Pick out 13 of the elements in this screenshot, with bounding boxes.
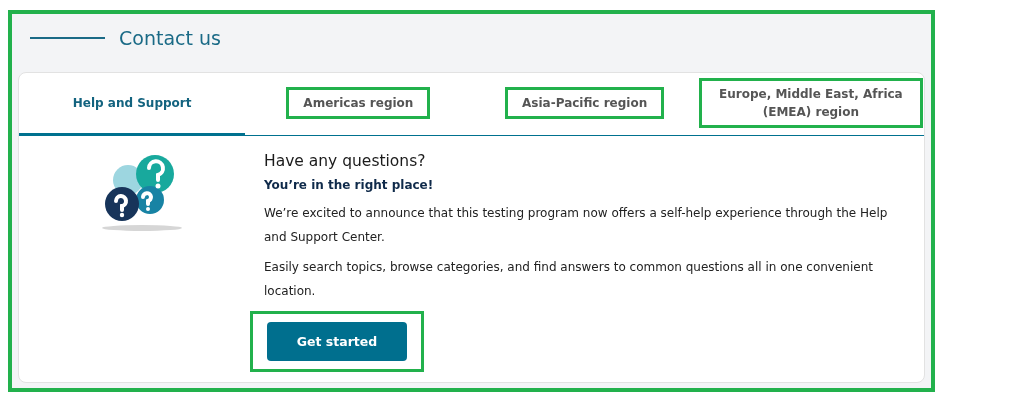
highlight-frame: Europe, Middle East, Africa (EMEA) region bbox=[698, 78, 923, 128]
section-title: Contact us bbox=[119, 27, 221, 49]
highlight-frame: Asia-Pacific region bbox=[505, 87, 665, 119]
paragraph: We’re excited to announce that this testing program now offers a self-help experience through the Help and Support Center. bbox=[264, 205, 889, 246]
paragraph: Easily search topics, browse categories, and find answers to common questions all in one convenient location. bbox=[264, 259, 874, 300]
tab[interactable]: Europe, Middle East, Africa (EMEA) region bbox=[697, 73, 924, 136]
get-started-button[interactable]: Get started bbox=[267, 322, 407, 361]
tab[interactable]: Americas region bbox=[245, 73, 472, 136]
tab[interactable]: Asia-Pacific region bbox=[471, 73, 698, 136]
highlight-frame: Americas region bbox=[286, 87, 431, 119]
panel-heading: Have any questions? bbox=[264, 152, 427, 170]
panel-subheading: You’re in the right place! bbox=[264, 178, 435, 192]
tab[interactable]: Help and Support bbox=[19, 73, 246, 136]
